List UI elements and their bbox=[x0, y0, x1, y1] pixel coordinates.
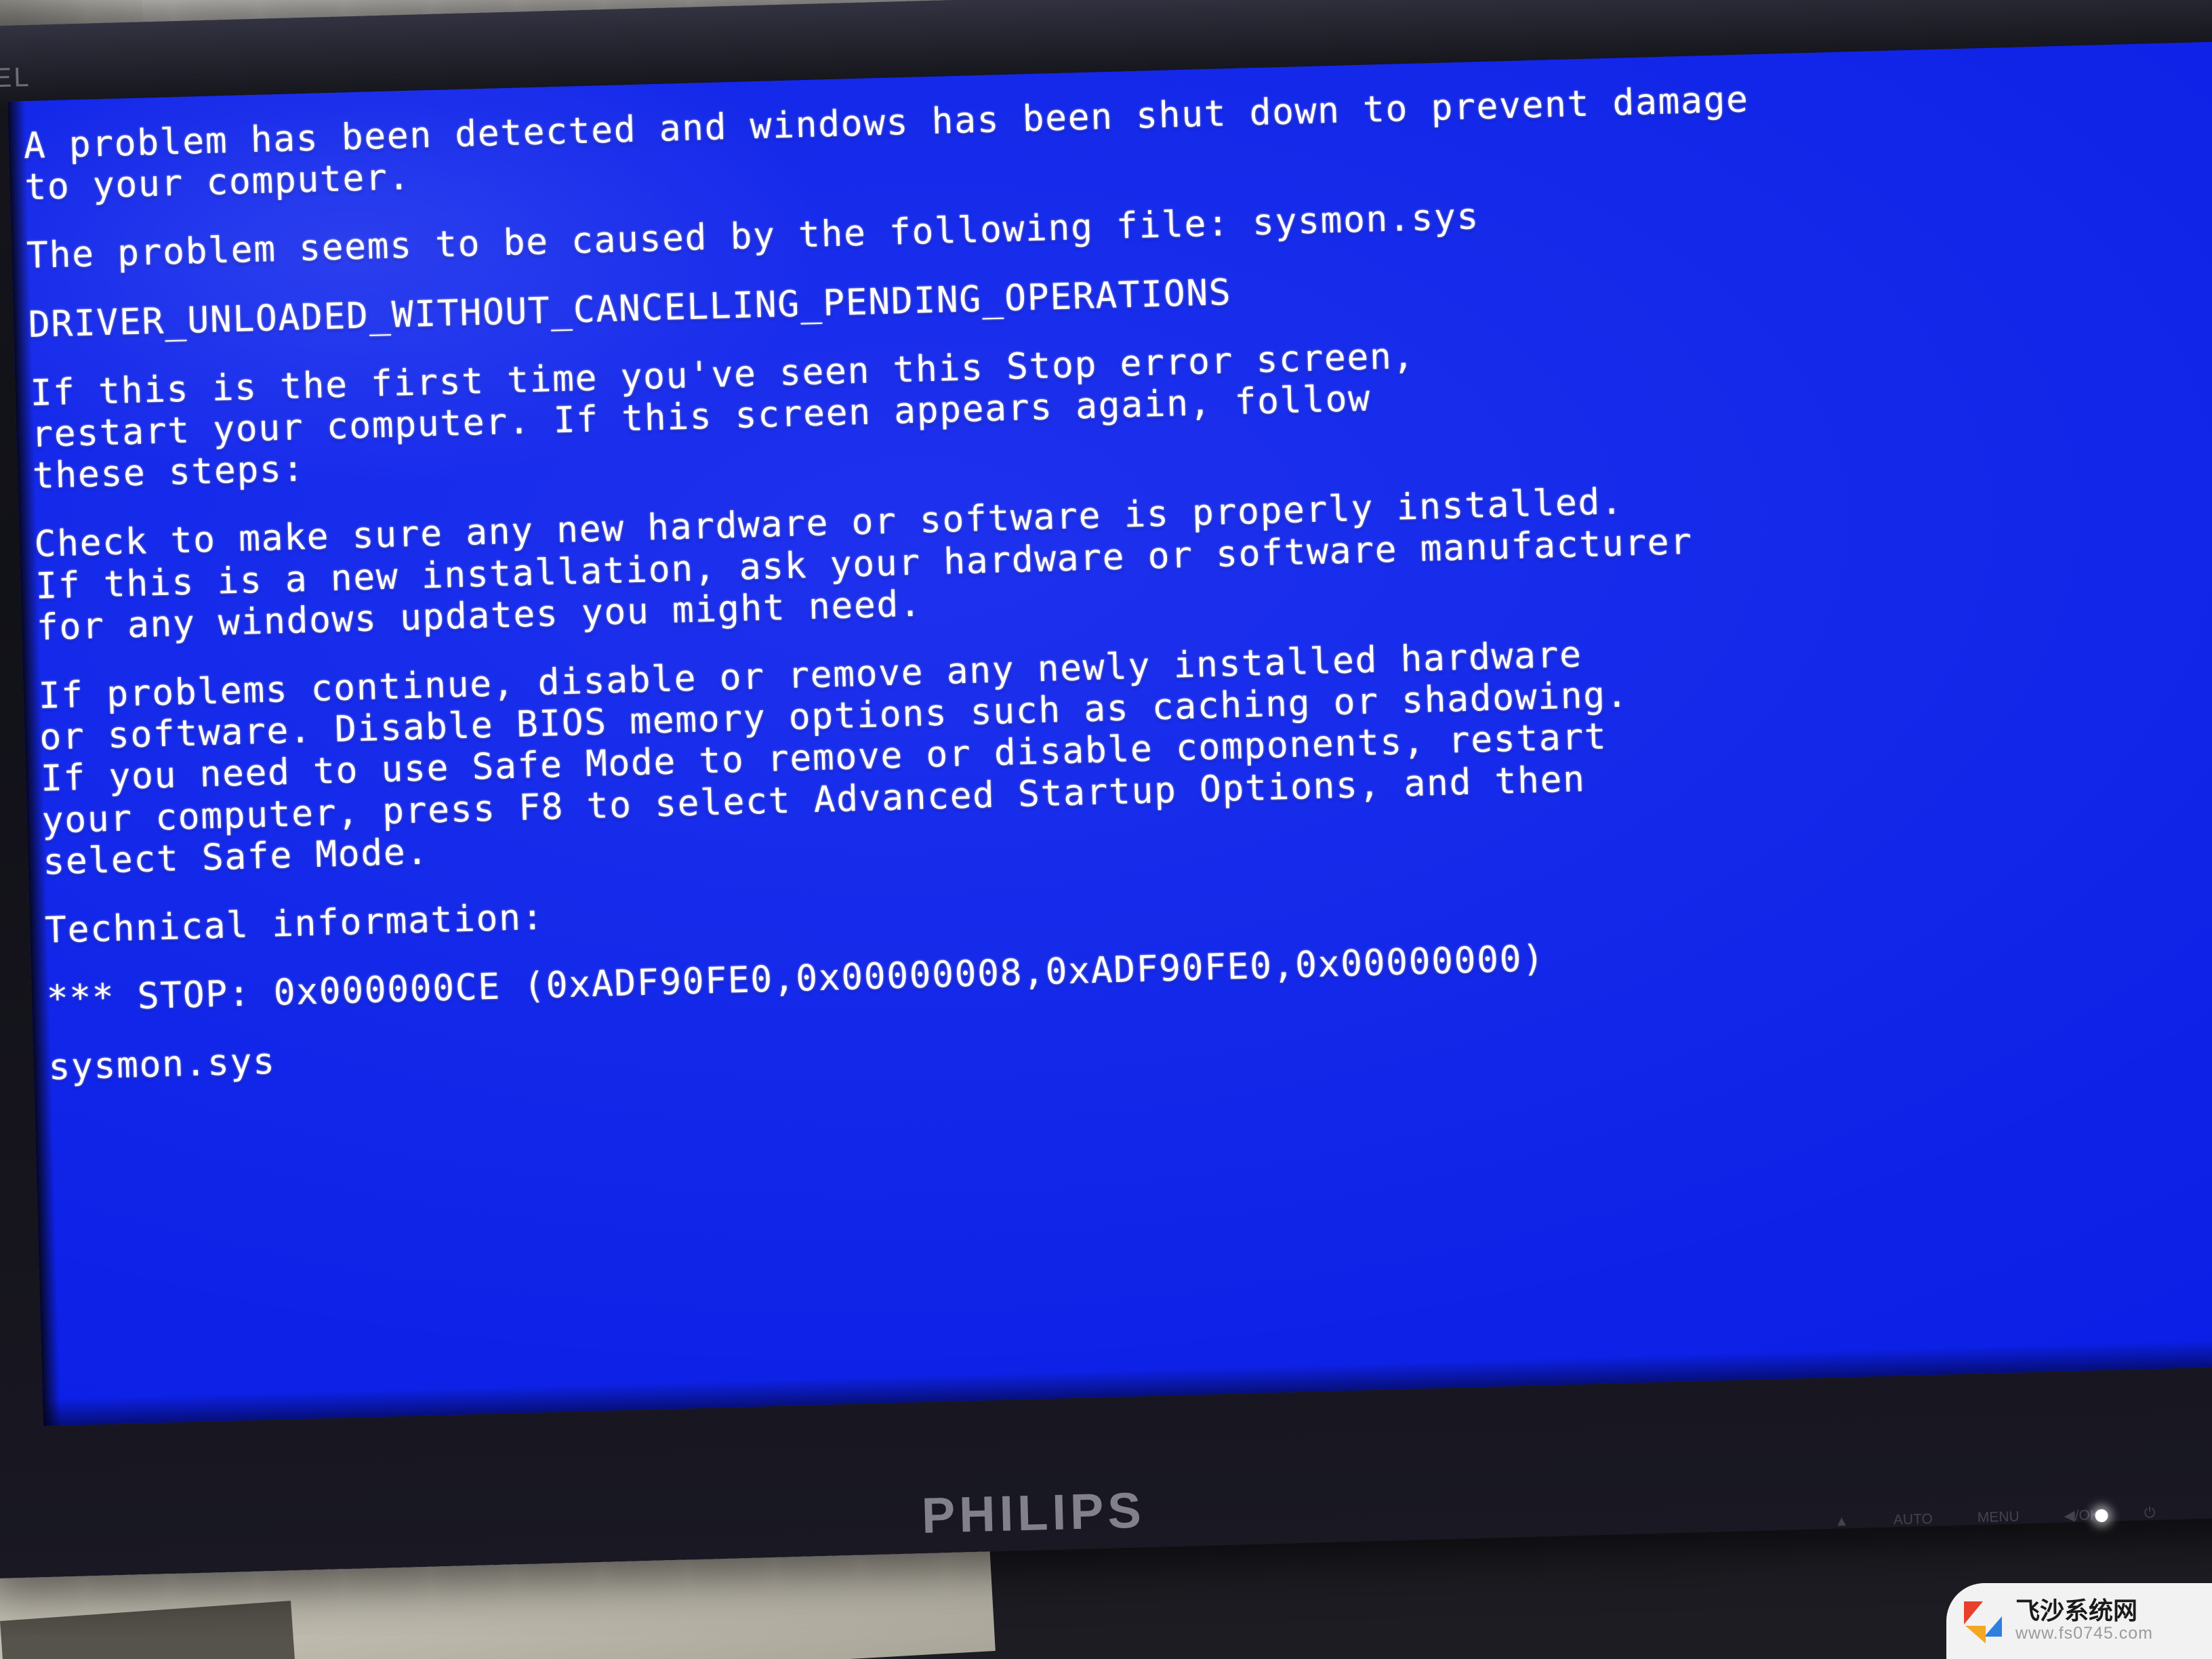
monitor-screen: A problem has been detected and windows … bbox=[7, 41, 2212, 1427]
watermark-logo-icon bbox=[1964, 1599, 2009, 1643]
bsod-line: these steps: bbox=[32, 448, 306, 497]
monitor-button-0[interactable]: ▲ bbox=[1835, 1513, 1849, 1531]
photo-scene: 21EL A problem has been detected and win… bbox=[0, 0, 2212, 1659]
monitor-body: 21EL A problem has been detected and win… bbox=[0, 0, 2212, 1579]
watermark-title: 飞沙系统网 bbox=[2015, 1597, 2138, 1625]
bsod-paragraph-check-hardware: Check to make sure any new hardware or s… bbox=[34, 464, 2212, 649]
bsod-line: Technical information: bbox=[44, 896, 545, 951]
bsod-text-block: A problem has been detected and windows … bbox=[23, 66, 2212, 1116]
monitor-button-1[interactable]: AUTO bbox=[1893, 1511, 1933, 1530]
monitor-button-2[interactable]: MENU bbox=[1977, 1509, 2019, 1527]
bsod-line: sysmon.sys bbox=[47, 1041, 276, 1089]
monitor-button-3[interactable]: ◀/OK bbox=[2064, 1507, 2100, 1524]
bsod-line: DRIVER_UNLOADED_WITHOUT_CANCELLING_PENDI… bbox=[28, 271, 1233, 346]
monitor-model-label: 21EL bbox=[0, 62, 32, 94]
monitor-button-4[interactable]: ⏻ bbox=[2144, 1505, 2156, 1522]
brand-logo: PHILIPS bbox=[920, 1481, 1146, 1544]
site-watermark: 飞沙系统网 www.fs0745.com bbox=[1946, 1583, 2212, 1659]
bsod-paragraph-first-time: If this is the first time you've seen th… bbox=[30, 312, 2212, 497]
bsod-line: The problem seems to be caused by the fo… bbox=[26, 196, 1480, 277]
bsod-line: *** STOP: 0x000000CE (0xADF90FE0,0x00000… bbox=[46, 938, 1546, 1021]
watermark-url: www.fs0745.com bbox=[2015, 1624, 2153, 1643]
bsod-paragraph-problems-continue: If problems continue, disable or remove … bbox=[38, 615, 2212, 883]
